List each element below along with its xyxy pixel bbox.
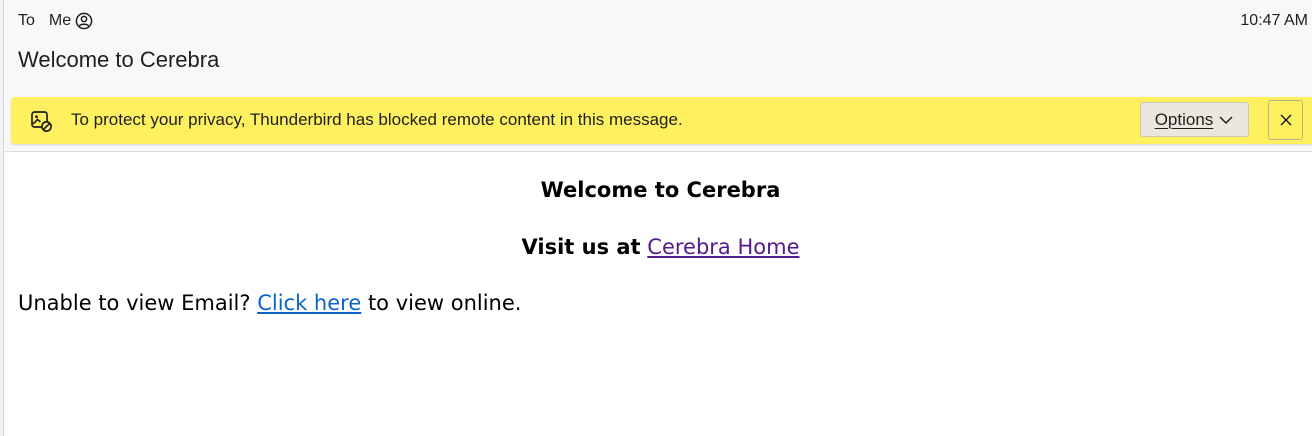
click-here-link[interactable]: Click here — [257, 291, 361, 315]
options-button[interactable]: Options — [1140, 102, 1249, 137]
close-notification-button[interactable] — [1268, 100, 1303, 140]
recipient-name[interactable]: Me — [49, 12, 71, 30]
visit-line: Visit us at Cerebra Home — [5, 235, 1312, 259]
notice-text: To protect your privacy, Thunderbird has… — [71, 110, 683, 129]
person-circle-icon[interactable] — [75, 12, 93, 30]
recipient-row: To Me — [18, 10, 93, 32]
view-online-prefix: Unable to view Email? — [18, 291, 251, 315]
remote-content-notification: To protect your privacy, Thunderbird has… — [11, 97, 1312, 144]
chevron-down-icon — [1218, 112, 1234, 128]
close-icon — [1279, 113, 1293, 127]
view-online-line: Unable to view Email? Click here to view… — [18, 291, 521, 315]
message-body: Welcome to Cerebra Visit us at Cerebra H… — [5, 152, 1312, 436]
message-pane: To Me 10:47 AM Welcome to Cerebra To pro… — [0, 0, 1312, 436]
view-online-suffix: to view online. — [367, 291, 522, 315]
to-label: To — [18, 12, 35, 29]
blocked-image-icon — [29, 109, 53, 133]
message-time: 10:47 AM — [1240, 12, 1308, 29]
pane-splitter[interactable] — [0, 0, 4, 436]
options-button-label: Options — [1154, 109, 1214, 129]
cerebra-home-link[interactable]: Cerebra Home — [647, 235, 799, 259]
message-subject: Welcome to Cerebra — [18, 47, 220, 72]
email-heading: Welcome to Cerebra — [540, 178, 781, 202]
visit-label: Visit us at — [521, 235, 641, 259]
